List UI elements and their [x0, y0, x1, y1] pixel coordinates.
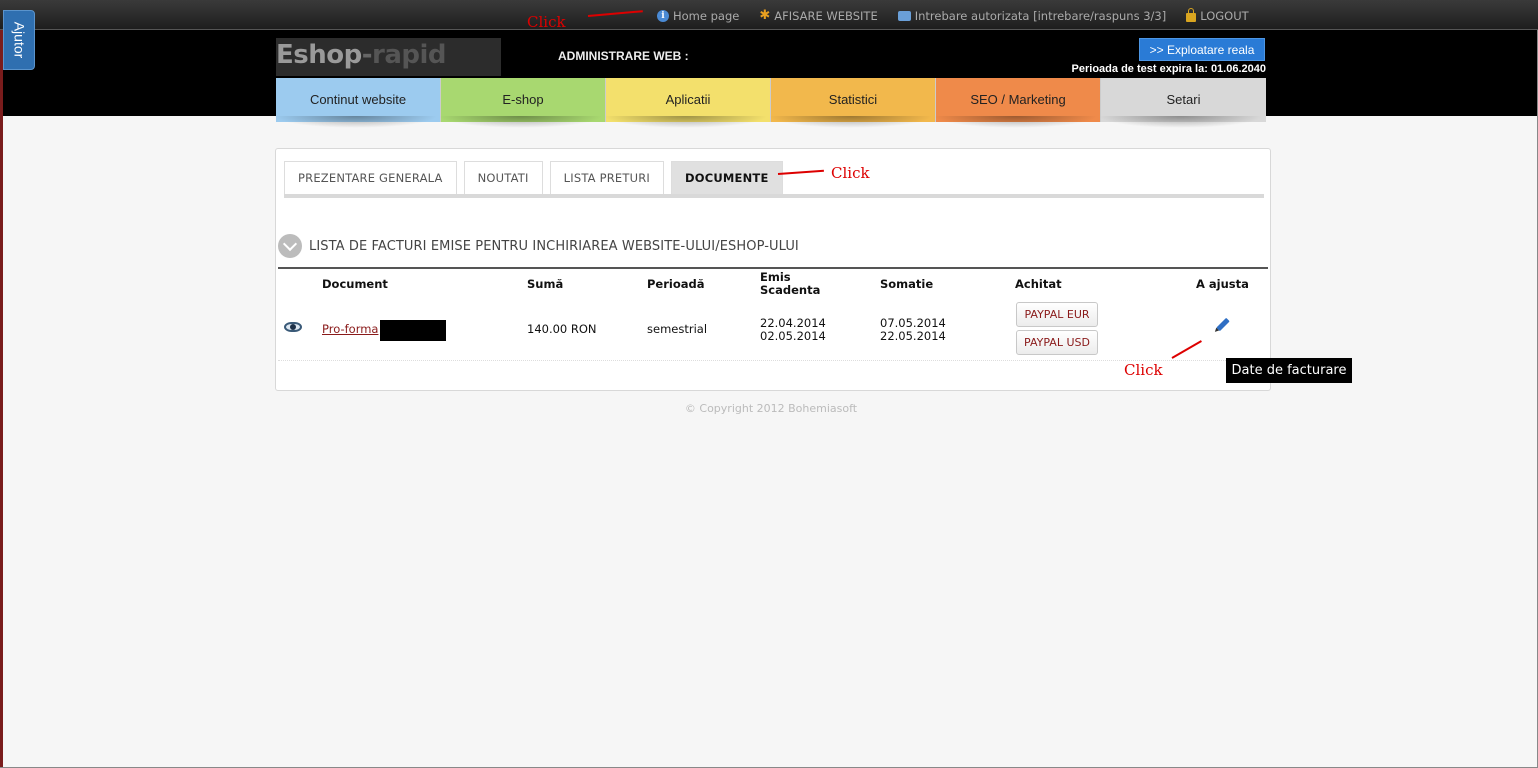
admin-label: ADMINISTRARE WEB :: [558, 49, 689, 63]
logout-label: LOGOUT: [1200, 9, 1249, 23]
authorized-question-link[interactable]: Intrebare autorizata [intrebare/raspuns …: [897, 9, 1167, 23]
nav-shadow: [273, 116, 1263, 130]
paypal-usd-button[interactable]: PAYPAL USD: [1016, 330, 1098, 355]
col-header-period: Perioadă: [647, 277, 705, 291]
table-top-border: [278, 267, 1268, 269]
annotation-click-top: Click: [527, 13, 566, 31]
show-website-link[interactable]: ✱ AFISARE WEBSITE: [759, 9, 877, 23]
logout-link[interactable]: LOGOUT: [1186, 8, 1249, 23]
logo[interactable]: Eshop-rapid: [276, 38, 501, 76]
annotation-click-pencil: Click: [1124, 361, 1163, 379]
chat-icon: [897, 11, 911, 21]
amount-value: 140.00 RON: [527, 322, 597, 336]
arrow-down-icon[interactable]: [278, 234, 302, 258]
lock-icon: [1186, 8, 1197, 22]
top-links: i Home page ✱ AFISARE WEBSITE Intrebare …: [657, 8, 1249, 23]
sub-tabs: PREZENTARE GENERALA NOUTATI LISTA PRETUR…: [284, 161, 783, 194]
home-page-link[interactable]: i Home page: [657, 9, 739, 23]
header: Eshop-rapid ADMINISTRARE WEB : >> Exploa…: [3, 30, 1537, 122]
show-website-label: AFISARE WEBSITE: [774, 9, 878, 23]
logo-text-rapid: rapid: [372, 40, 447, 70]
col-header-paid: Achitat: [1015, 277, 1062, 291]
sun-icon: ✱: [759, 8, 771, 23]
tab-price-list[interactable]: LISTA PRETURI: [549, 161, 664, 194]
period-value: semestrial: [647, 322, 708, 336]
redacted-block: [380, 320, 446, 341]
tooltip-billing-data: Date de facturare: [1226, 358, 1352, 383]
tabs-underline: [284, 194, 1264, 198]
exploit-real-button[interactable]: >> Exploatare reala: [1139, 38, 1265, 61]
authorized-question-label: Intrebare autorizata [intrebare/raspuns …: [914, 9, 1167, 23]
document-link-text: Pro-forma: [322, 322, 379, 336]
due-date: 02.05.2014: [760, 329, 826, 343]
col-header-amount: Sumă: [527, 277, 564, 291]
top-bar: i Home page ✱ AFISARE WEBSITE Intrebare …: [0, 0, 1538, 30]
eye-icon[interactable]: [284, 322, 302, 332]
col-header-adjust: A ajusta: [1196, 277, 1249, 291]
section-title: LISTA DE FACTURI EMISE PENTRU INCHIRIARE…: [278, 234, 799, 258]
copyright: © Copyright 2012 Bohemiasoft: [684, 402, 858, 415]
content-panel: PREZENTARE GENERALA NOUTATI LISTA PRETUR…: [275, 148, 1271, 391]
help-side-tab[interactable]: Ajutor: [3, 10, 35, 70]
paypal-eur-button[interactable]: PAYPAL EUR: [1016, 302, 1098, 327]
help-side-tab-label: Ajutor: [11, 21, 28, 59]
document-link[interactable]: Pro-forma: [322, 323, 378, 336]
annotation-click-tab: Click: [831, 164, 870, 182]
col-header-document: Document: [322, 277, 388, 291]
test-expire-text: Perioada de test expira la: 01.06.2040: [1071, 63, 1266, 75]
row-divider: [278, 360, 1268, 361]
col-header-due: Scadenta: [760, 283, 821, 297]
pencil-icon[interactable]: [1216, 317, 1230, 332]
tab-news[interactable]: NOUTATI: [463, 161, 543, 194]
logo-text-dash: -: [361, 40, 373, 70]
notice-date-2: 22.05.2014: [880, 329, 946, 343]
section-title-text: LISTA DE FACTURI EMISE PENTRU INCHIRIARE…: [309, 238, 799, 254]
info-icon: i: [657, 10, 669, 22]
col-header-notice: Somatie: [880, 277, 934, 291]
logo-text-eshop: Eshop: [276, 40, 362, 70]
home-page-label: Home page: [673, 9, 740, 23]
tab-general[interactable]: PREZENTARE GENERALA: [284, 161, 457, 194]
tab-documents[interactable]: DOCUMENTE: [671, 161, 783, 194]
